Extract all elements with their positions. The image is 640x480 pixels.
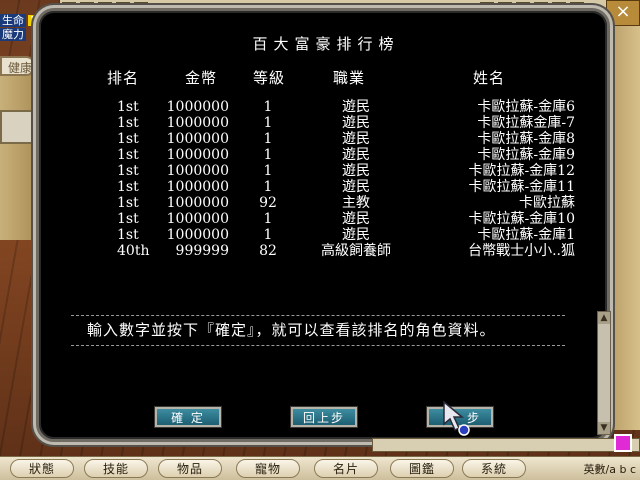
name-cell: 卡歐拉蘇-金庫9: [477, 147, 575, 163]
input-mode-indicator[interactable]: 英數/a b c: [584, 461, 636, 477]
name-cell: 卡歐拉蘇-金庫6: [477, 99, 575, 115]
rank-cell: 1st: [117, 131, 139, 147]
menu-items[interactable]: 物品: [158, 459, 222, 478]
table-row: 1st 1000000 1 遊民 卡歐拉蘇-金庫6: [39, 99, 613, 115]
table-row: 1st 1000000 1 遊民 卡歐拉蘇-金庫8: [39, 131, 613, 147]
level-cell: 92: [259, 195, 277, 211]
hp-label: 生命: [0, 14, 26, 27]
rank-cell: 1st: [117, 179, 139, 195]
table-row: 1st 1000000 1 遊民 卡歐拉蘇-金庫12: [39, 163, 613, 179]
menu-pets[interactable]: 寵物: [236, 459, 300, 478]
name-cell: 卡歐拉蘇-金庫11: [468, 179, 575, 195]
job-cell: 遊民: [342, 99, 370, 115]
rank-cell: 1st: [117, 147, 139, 163]
column-header-name: 姓名: [473, 69, 506, 87]
rank-cell: 1st: [117, 227, 139, 243]
job-cell: 遊民: [342, 179, 370, 195]
table-row: 40th 999999 82 高級飼養師 台幣戰士小小..狐: [39, 243, 613, 259]
name-cell: 卡歐拉蘇-金庫12: [468, 163, 575, 179]
level-cell: 1: [263, 211, 273, 227]
level-cell: 1: [263, 179, 273, 195]
table-row: 1st 1000000 1 遊民 卡歐拉蘇金庫-7: [39, 115, 613, 131]
rank-cell: 40th: [117, 243, 150, 259]
previous-step-button[interactable]: 回上步: [291, 407, 357, 427]
menu-system[interactable]: 系統: [462, 459, 526, 478]
job-cell: 遊民: [342, 147, 370, 163]
job-cell: 遊民: [342, 163, 370, 179]
column-header-gold: 金幣: [185, 69, 218, 87]
name-cell: 卡歐拉蘇金庫-7: [477, 115, 575, 131]
job-cell: 遊民: [342, 211, 370, 227]
instruction-text: 輸入數字並按下『確定』，就可以查看該排名的角色資料。: [87, 321, 496, 339]
column-header-level: 等級: [253, 69, 286, 87]
confirm-button[interactable]: 確 定: [155, 407, 221, 427]
divider: [71, 315, 565, 316]
name-cell: 台幣戰士小小..狐: [468, 243, 575, 259]
name-cell: 卡歐拉蘇-金庫1: [477, 227, 575, 243]
rank-cell: 1st: [117, 211, 139, 227]
level-cell: 1: [263, 147, 273, 163]
job-cell: 主教: [342, 195, 370, 211]
gold-cell: 1000000: [166, 99, 229, 115]
menu-card[interactable]: 名片: [314, 459, 378, 478]
rank-cell: 1st: [117, 195, 139, 211]
close-icon[interactable]: ×: [606, 0, 640, 26]
gold-cell: 1000000: [166, 163, 229, 179]
divider: [71, 345, 565, 346]
menu-skills[interactable]: 技能: [84, 459, 148, 478]
dialog-title: 百大富豪排行榜: [252, 35, 400, 53]
stone-block: [0, 110, 40, 144]
menu-status[interactable]: 狀態: [10, 459, 74, 478]
table-row: 1st 1000000 1 遊民 卡歐拉蘇-金庫10: [39, 211, 613, 227]
gold-cell: 1000000: [166, 195, 229, 211]
scroll-up-icon[interactable]: ▲: [598, 312, 610, 324]
level-cell: 1: [263, 227, 273, 243]
scrollbar[interactable]: ▲ ▼: [597, 311, 611, 435]
gold-cell: 1000000: [166, 179, 229, 195]
gold-cell: 999999: [175, 243, 229, 259]
gold-cell: 1000000: [166, 147, 229, 163]
menu-encyclopedia[interactable]: 圖鑑: [390, 459, 454, 478]
level-cell: 1: [263, 131, 273, 147]
level-cell: 1: [263, 115, 273, 131]
job-cell: 高級飼養師: [321, 243, 391, 259]
table-row: 1st 1000000 1 遊民 卡歐拉蘇-金庫1: [39, 227, 613, 243]
gold-cell: 1000000: [166, 115, 229, 131]
mouse-cursor-icon: [443, 400, 470, 436]
color-indicator[interactable]: [614, 434, 632, 452]
gold-cell: 1000000: [166, 227, 229, 243]
mp-label: 魔力: [0, 28, 26, 41]
rank-cell: 1st: [117, 163, 139, 179]
level-cell: 82: [259, 243, 277, 259]
gold-cell: 1000000: [166, 211, 229, 227]
job-cell: 遊民: [342, 227, 370, 243]
bottom-menu-bar: 狀態 技能 物品 寵物 名片 圖鑑 系統 英數/a b c: [0, 456, 640, 480]
chat-bar[interactable]: [372, 438, 640, 452]
rich-ranking-dialog: 百大富豪排行榜 排名 金幣 等級 職業 姓名 1st 1000000 1 遊民 …: [36, 8, 613, 442]
name-cell: 卡歐拉蘇-金庫8: [477, 131, 575, 147]
table-row: 1st 1000000 1 遊民 卡歐拉蘇-金庫11: [39, 179, 613, 195]
name-cell: 卡歐拉蘇: [519, 195, 575, 211]
scroll-down-icon[interactable]: ▼: [598, 422, 610, 434]
name-cell: 卡歐拉蘇-金庫10: [468, 211, 575, 227]
rank-cell: 1st: [117, 115, 139, 131]
table-row: 1st 1000000 1 遊民 卡歐拉蘇-金庫9: [39, 147, 613, 163]
job-cell: 遊民: [342, 115, 370, 131]
table-row: 1st 1000000 92 主教 卡歐拉蘇: [39, 195, 613, 211]
level-cell: 1: [263, 99, 273, 115]
level-cell: 1: [263, 163, 273, 179]
column-header-rank: 排名: [107, 69, 140, 87]
rank-cell: 1st: [117, 99, 139, 115]
gold-cell: 1000000: [166, 131, 229, 147]
job-cell: 遊民: [342, 131, 370, 147]
health-button[interactable]: 健康: [0, 56, 36, 76]
column-header-job: 職業: [333, 69, 366, 87]
